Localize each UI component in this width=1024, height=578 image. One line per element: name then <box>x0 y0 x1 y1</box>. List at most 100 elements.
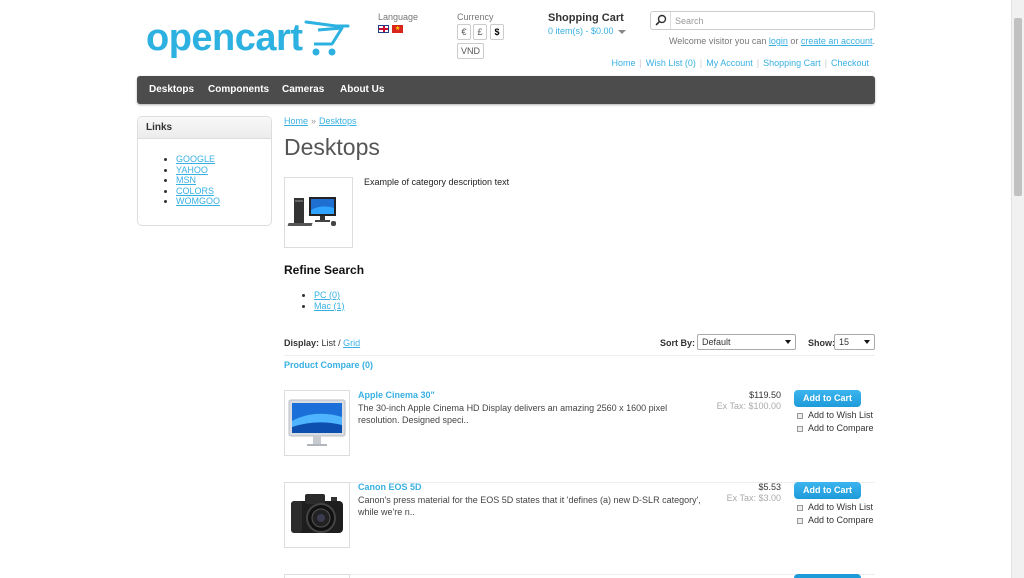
refine-search-list: PC (0) Mac (1) <box>314 290 345 311</box>
page-title: Desktops <box>284 134 380 160</box>
links-box-title: Links <box>138 117 271 139</box>
wishlist-icon <box>797 504 803 511</box>
wishlist-icon <box>797 412 803 419</box>
refine-link-mac[interactable]: Mac (1) <box>314 301 345 311</box>
display-separator: / <box>338 338 341 348</box>
search-button[interactable] <box>651 12 671 29</box>
cart-summary[interactable]: 0 item(s) - $0.00 <box>548 26 626 36</box>
list-item: Mac (1) <box>314 301 345 312</box>
compare-label: Add to Compare <box>808 515 874 525</box>
currency-vnd-button[interactable]: VND <box>457 43 484 59</box>
product-ex-tax: Ex Tax: $3.00 <box>726 493 781 503</box>
top-link-account[interactable]: My Account <box>706 58 753 68</box>
currency-euro-button[interactable]: € <box>457 24 471 40</box>
add-to-compare-link[interactable]: Add to Compare <box>797 515 874 525</box>
breadcrumb-home[interactable]: Home <box>284 116 308 126</box>
welcome-or: or <box>790 36 799 46</box>
create-account-link[interactable]: create an account <box>801 36 873 46</box>
sort-select[interactable]: Default <box>697 334 796 350</box>
divider: | <box>824 58 827 68</box>
sidebar-link-msn[interactable]: MSN <box>176 175 196 185</box>
list-item: WOMGOO <box>176 196 271 207</box>
page: opencart Language Currency € £ $ VND Sho… <box>0 0 1024 578</box>
display-grid-link[interactable]: Grid <box>343 338 360 348</box>
product-name-link[interactable]: Canon EOS 5D <box>358 482 422 492</box>
product-filter-bar: Display: List / Grid Sort By: Default Sh… <box>284 332 875 356</box>
list-item: YAHOO <box>176 165 271 176</box>
scrollbar-thumb[interactable] <box>1014 18 1022 196</box>
add-to-cart-button[interactable]: Add to Cart <box>794 390 861 407</box>
refine-link-pc[interactable]: PC (0) <box>314 290 340 300</box>
cart-title: Shopping Cart <box>548 12 624 24</box>
sidebar-link-womgoo[interactable]: WOMGOO <box>176 196 220 206</box>
add-to-cart-button[interactable] <box>794 574 861 578</box>
show-select-value: 15 <box>839 337 850 347</box>
product-price: $5.53 <box>758 482 781 492</box>
product-description: Canon's press material for the EOS 5D st… <box>358 495 701 517</box>
main-menu: Desktops Components Cameras About Us <box>137 76 875 104</box>
list-item: PC (0) <box>314 290 345 301</box>
wishlist-label: Add to Wish List <box>808 410 874 420</box>
add-to-wishlist-link[interactable]: Add to Wish List <box>797 502 873 512</box>
sidebar-link-google[interactable]: GOOGLE <box>176 154 215 164</box>
product-name-link[interactable]: Apple Cinema 30" <box>358 390 435 400</box>
wishlist-label: Add to Wish List <box>808 502 874 512</box>
add-to-cart-button[interactable]: Add to Cart <box>794 482 861 499</box>
cart-widget[interactable]: Shopping Cart 0 item(s) - $0.00 <box>548 12 626 36</box>
currency-pound-button[interactable]: £ <box>473 24 487 40</box>
top-links: Home | Wish List (0) | My Account | Shopping C… <box>611 58 869 68</box>
welcome-suffix: . <box>872 36 875 46</box>
menu-item-about-us[interactable]: About Us <box>340 76 384 104</box>
refine-search-title: Refine Search <box>284 263 365 277</box>
opencart-logo[interactable]: opencart <box>146 14 356 60</box>
sort-select-value: Default <box>702 337 731 347</box>
currency-label: Currency <box>457 12 494 22</box>
product-compare-link[interactable]: Product Compare (0) <box>284 360 373 370</box>
display-list-option: List <box>321 338 336 348</box>
show-label: Show: <box>808 338 835 348</box>
menu-item-components[interactable]: Components <box>208 76 269 104</box>
divider: | <box>639 58 642 68</box>
category-image <box>284 177 353 248</box>
top-link-checkout[interactable]: Checkout <box>831 58 869 68</box>
top-link-home[interactable]: Home <box>611 58 635 68</box>
category-description: Example of category description text <box>364 177 510 187</box>
product-description: The 30-inch Apple Cinema HD Display deli… <box>358 403 668 425</box>
product-image[interactable] <box>284 482 350 548</box>
top-link-wishlist[interactable]: Wish List (0) <box>646 58 696 68</box>
vertical-scrollbar[interactable] <box>1011 0 1024 578</box>
cart-summary-text: 0 item(s) - $0.00 <box>548 26 614 36</box>
links-list: GOOGLE YAHOO MSN COLORS WOMGOO <box>176 154 271 207</box>
sidebar-link-colors[interactable]: COLORS <box>176 186 214 196</box>
show-limit-select[interactable]: 15 <box>834 334 875 350</box>
product-row: Apple Cinema 30" The 30-inch Apple Cinem… <box>284 390 875 483</box>
uk-flag-icon[interactable] <box>378 25 389 33</box>
divider: | <box>756 58 760 68</box>
currency-dollar-button[interactable]: $ <box>490 24 504 40</box>
product-row: Canon EOS 5D Canon's press material for … <box>284 482 875 575</box>
menu-item-desktops[interactable]: Desktops <box>149 76 194 104</box>
sort-label: Sort By: <box>660 338 696 348</box>
menu-item-cameras[interactable]: Cameras <box>282 76 324 104</box>
compare-icon <box>797 517 803 524</box>
dropdown-arrow-icon <box>864 340 870 344</box>
top-link-cart[interactable]: Shopping Cart <box>763 58 821 68</box>
sidebar-link-yahoo[interactable]: YAHOO <box>176 165 208 175</box>
vietnam-flag-icon[interactable] <box>392 25 403 33</box>
login-link[interactable]: login <box>769 36 788 46</box>
product-ex-tax: Ex Tax: $100.00 <box>716 401 781 411</box>
product-image[interactable] <box>284 390 350 456</box>
search-input[interactable] <box>675 14 870 27</box>
display-label: Display: <box>284 338 320 348</box>
add-to-wishlist-link[interactable]: Add to Wish List <box>797 410 873 420</box>
add-to-compare-link[interactable]: Add to Compare <box>797 423 874 433</box>
product-price: $119.50 <box>749 390 781 400</box>
search-box <box>650 11 875 30</box>
breadcrumb-desktops[interactable]: Desktops <box>319 116 357 126</box>
display-toggle: Display: List / Grid <box>284 338 360 348</box>
list-item: GOOGLE <box>176 154 271 165</box>
breadcrumb-separator: » <box>311 116 317 126</box>
language-label: Language <box>378 12 419 22</box>
product-image[interactable] <box>284 574 350 578</box>
logo-text: opencart <box>146 17 303 59</box>
